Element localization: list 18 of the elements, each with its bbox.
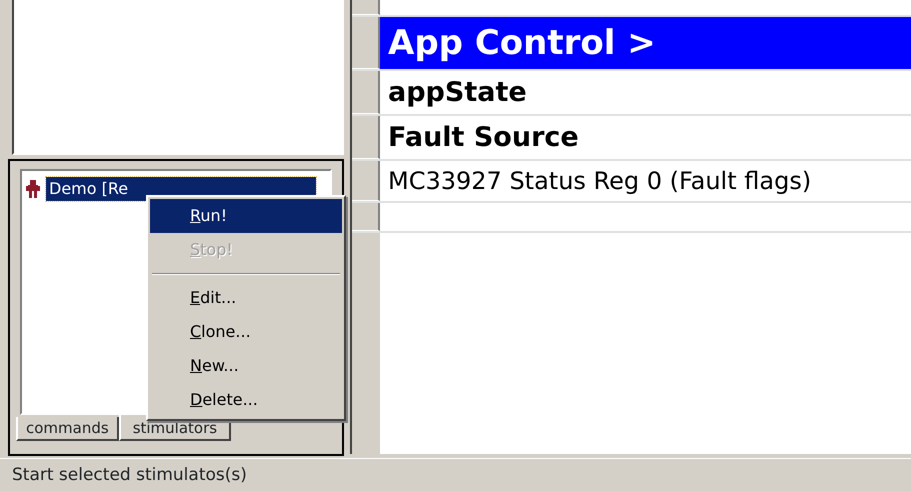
row-header[interactable] <box>352 0 380 15</box>
row-header[interactable] <box>352 203 380 231</box>
value-cell-text: MC33927 Status Reg 0 (Fault flags) <box>387 166 812 197</box>
menu-item[interactable]: Run! <box>150 199 342 233</box>
row-header[interactable] <box>352 161 380 201</box>
row-heading: App Control > <box>380 17 911 69</box>
menu-item[interactable]: New... <box>150 349 342 383</box>
row-header[interactable] <box>352 116 380 159</box>
row-heading: Fault Source <box>387 121 580 155</box>
row-heading: appState <box>387 76 528 110</box>
menu-item[interactable]: Delete... <box>150 383 342 417</box>
menu-item[interactable]: Edit... <box>150 281 342 315</box>
menu-item[interactable]: Clone... <box>150 315 342 349</box>
row-header[interactable] <box>352 71 380 114</box>
tab[interactable]: commands <box>16 417 119 441</box>
row-header[interactable] <box>352 17 380 69</box>
status-text: Start selected stimulatos(s) <box>0 458 911 491</box>
figure-icon <box>26 180 40 198</box>
